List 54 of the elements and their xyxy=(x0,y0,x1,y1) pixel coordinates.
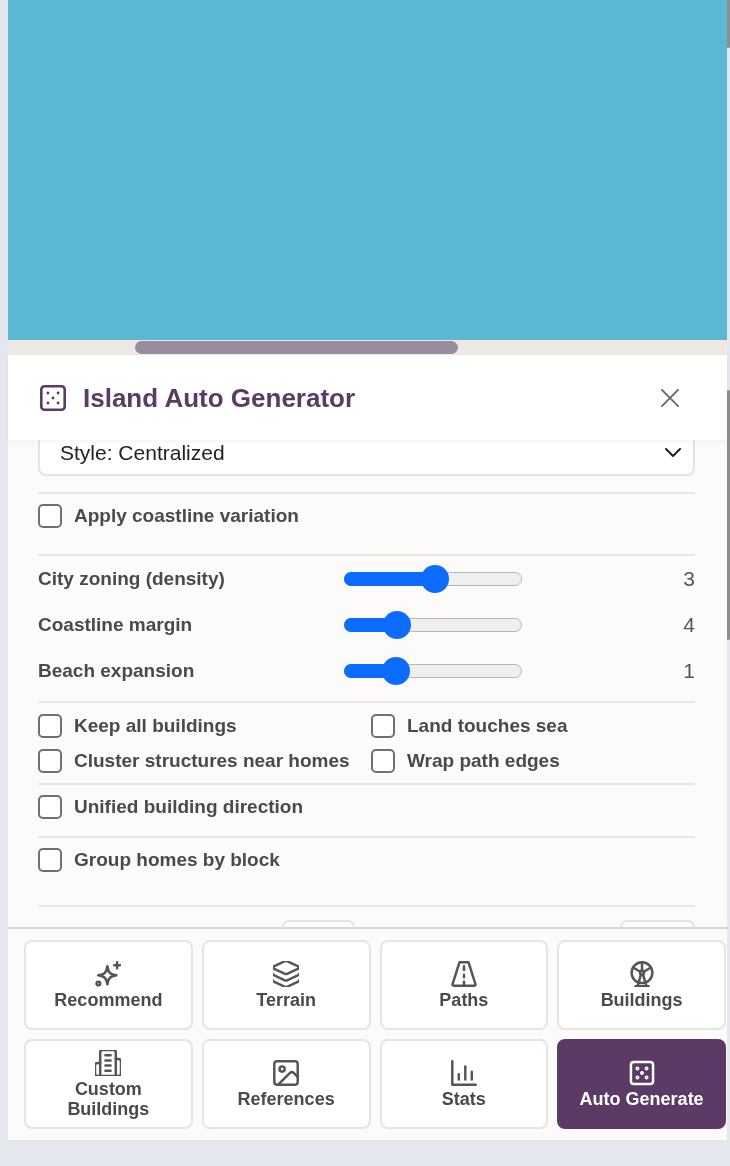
slider-value: 4 xyxy=(682,612,695,639)
slider-label: Coastline margin xyxy=(38,612,194,637)
nav-button[interactable]: Buildings xyxy=(557,940,726,1030)
building-icon xyxy=(95,1049,122,1076)
nav-button[interactable]: Paths xyxy=(379,940,549,1030)
checkbox[interactable] xyxy=(38,749,62,773)
slider-label: Beach expansion xyxy=(38,658,196,683)
chevron-down-icon xyxy=(665,447,681,457)
slider-fill xyxy=(344,618,386,632)
image-icon xyxy=(273,1059,300,1086)
close-button[interactable] xyxy=(660,387,680,408)
checkbox[interactable] xyxy=(371,714,395,738)
checkbox-label: Land touches sea xyxy=(407,714,568,738)
nav-button[interactable]: Recommend xyxy=(24,940,193,1030)
slider-track[interactable] xyxy=(344,611,522,639)
nav-button[interactable]: Custom Buildings xyxy=(24,1039,193,1129)
checkbox-label: Wrap path edges xyxy=(407,749,560,773)
clipped-button[interactable] xyxy=(620,920,695,927)
nav-button[interactable]: References xyxy=(201,1039,371,1129)
slider-label: City zoning (density) xyxy=(38,566,226,591)
slider-thumb[interactable] xyxy=(381,657,410,685)
sparkles-icon xyxy=(95,960,122,987)
checkbox[interactable] xyxy=(371,749,395,773)
checkbox[interactable] xyxy=(38,714,62,738)
slider-track[interactable] xyxy=(344,565,522,593)
checkbox-label: Cluster structures near homes xyxy=(74,749,350,773)
dice-icon xyxy=(628,1059,655,1086)
checkbox-label: Group homes by block xyxy=(74,848,280,872)
bar-chart-icon xyxy=(450,1059,477,1086)
nav-button[interactable]: Stats xyxy=(379,1039,549,1129)
panel-title: Island Auto Generator xyxy=(83,384,356,411)
style-select[interactable]: Style: Centralized xyxy=(38,440,695,476)
checkbox-label: Apply coastline variation xyxy=(74,504,299,528)
slider-thumb[interactable] xyxy=(383,611,412,639)
checkbox-label: Keep all buildings xyxy=(74,714,237,738)
checkbox[interactable] xyxy=(38,795,62,819)
checkbox-label: Unified building direction xyxy=(74,795,304,819)
nav-button[interactable]: Auto Generate xyxy=(557,1039,726,1129)
scrollbar-thumb[interactable] xyxy=(727,390,730,640)
nav-button[interactable]: Terrain xyxy=(201,940,371,1030)
checkbox[interactable] xyxy=(38,848,62,872)
scrollbar-thumb[interactable] xyxy=(727,0,730,48)
slider-track[interactable] xyxy=(344,657,522,685)
close-icon xyxy=(661,388,679,407)
ferris-wheel-icon xyxy=(628,960,655,987)
slider-fill xyxy=(344,664,384,678)
slider-thumb[interactable] xyxy=(420,565,449,593)
road-icon xyxy=(450,960,477,987)
layers-icon xyxy=(273,960,300,987)
slider-value: 1 xyxy=(682,658,695,685)
slider-value: 3 xyxy=(682,566,695,593)
scrollbar-thumb[interactable] xyxy=(135,341,458,354)
dice-icon xyxy=(40,384,66,411)
checkbox[interactable] xyxy=(38,504,62,528)
